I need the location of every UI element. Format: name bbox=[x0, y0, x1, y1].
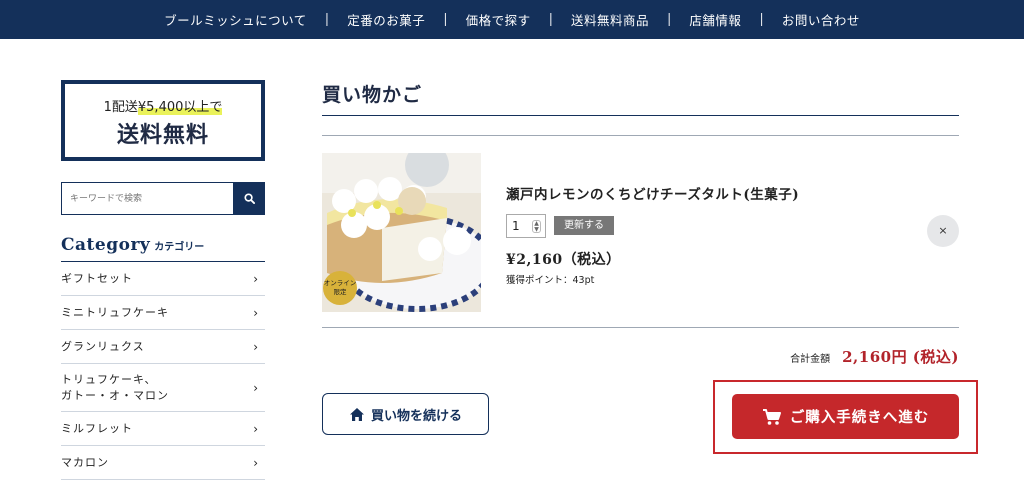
quantity-input[interactable]: 1 ▲ ▼ bbox=[506, 214, 546, 238]
earned-points: 獲得ポイント：43pt bbox=[506, 275, 595, 286]
nav-separator: | bbox=[443, 12, 448, 27]
banner-highlight: ¥5,400以上で bbox=[137, 100, 223, 115]
category-item-label: ミルフレット bbox=[61, 421, 133, 435]
nav-separator: | bbox=[324, 12, 330, 27]
banner-line1: 1配送¥5,400以上で bbox=[65, 96, 261, 115]
chevron-right-icon: › bbox=[253, 380, 259, 395]
remove-item-button[interactable]: × bbox=[927, 215, 959, 247]
free-shipping-banner[interactable]: 1配送¥5,400以上で 送料無料 bbox=[61, 80, 265, 161]
chevron-right-icon: › bbox=[253, 339, 259, 354]
category-item-mini-truffle-cake[interactable]: ミニトリュフケーキ › bbox=[61, 296, 265, 330]
banner-prefix: 1配送 bbox=[103, 100, 138, 115]
category-item-label: ミニトリュフケーキ bbox=[61, 305, 169, 319]
cart-total: 合計金額 2,160円 (税込) bbox=[790, 346, 959, 367]
category-item-macaron[interactable]: マカロン › bbox=[61, 446, 265, 480]
nav-free-shipping[interactable]: 送料無料商品 bbox=[553, 10, 667, 29]
nav-search-by-price[interactable]: 価格で探す bbox=[448, 10, 549, 29]
category-item-label: トリュフケーキ、 ガトー・オ・マロン bbox=[61, 373, 169, 402]
quantity-spinner-icon[interactable]: ▲ ▼ bbox=[532, 220, 541, 233]
update-button[interactable]: 更新する bbox=[554, 216, 614, 235]
home-icon bbox=[349, 407, 364, 421]
category-title-ja: カテゴリー bbox=[154, 242, 205, 253]
category-title-en: Category bbox=[61, 235, 151, 255]
badge-line1: オンライン bbox=[324, 279, 357, 287]
chevron-right-icon: › bbox=[253, 305, 259, 320]
shopping-cart-icon bbox=[762, 408, 781, 425]
nav-separator: | bbox=[667, 12, 672, 27]
nav-store-info[interactable]: 店舗情報 bbox=[671, 10, 759, 29]
product-price: ¥2,160（税込） bbox=[506, 252, 621, 268]
category-heading: Category カテゴリー bbox=[61, 235, 265, 262]
nav-standard-sweets[interactable]: 定番のお菓子 bbox=[329, 10, 443, 29]
checkout-button[interactable]: ご購入手続きへ進む bbox=[732, 394, 959, 439]
category-list: ギフトセット › ミニトリュフケーキ › グランリュクス › トリュフケーキ、 … bbox=[61, 262, 265, 480]
nav-contact[interactable]: お問い合わせ bbox=[764, 10, 878, 29]
continue-shopping-label: 買い物を続ける bbox=[370, 408, 462, 424]
category-item-grand-luxe[interactable]: グランリュクス › bbox=[61, 330, 265, 364]
cart-main: 買い物かご オンライン 限定 瀬戸内レモンのくちどけチーズタルト(生菓子) 1 … bbox=[322, 80, 959, 328]
product-image[interactable]: オンライン 限定 bbox=[322, 153, 481, 312]
product-name[interactable]: 瀬戸内レモンのくちどけチーズタルト(生菓子) bbox=[506, 183, 799, 203]
category-item-label: グランリュクス bbox=[61, 339, 145, 353]
search-icon bbox=[243, 193, 255, 204]
quantity-value: 1 bbox=[512, 219, 520, 233]
badge-line2: 限定 bbox=[334, 287, 348, 296]
category-item-label: マカロン bbox=[61, 455, 109, 469]
cart-item-row: オンライン 限定 瀬戸内レモンのくちどけチーズタルト(生菓子) 1 ▲ ▼ 更新す… bbox=[322, 136, 959, 328]
checkout-label: ご購入手続きへ進む bbox=[789, 410, 930, 426]
banner-free-shipping: 送料無料 bbox=[116, 123, 209, 148]
sidebar: 1配送¥5,400以上で 送料無料 Category カテゴリー ギフトセット … bbox=[61, 80, 265, 480]
chevron-right-icon: › bbox=[253, 455, 259, 470]
category-item-gift-set[interactable]: ギフトセット › bbox=[61, 262, 265, 296]
nav-separator: | bbox=[548, 12, 553, 27]
nav-separator: | bbox=[759, 12, 764, 27]
top-navigation: ブールミッシュについて | 定番のお菓子 | 価格で探す | 送料無料商品 | … bbox=[0, 0, 1024, 39]
chevron-right-icon: › bbox=[253, 421, 259, 436]
category-item-millefret[interactable]: ミルフレット › bbox=[61, 412, 265, 446]
page-title: 買い物かご bbox=[322, 80, 959, 116]
search-button[interactable] bbox=[233, 182, 265, 215]
search-box bbox=[61, 182, 265, 215]
total-value: 2,160円 (税込) bbox=[842, 348, 959, 366]
category-item-truffle-cake-marron[interactable]: トリュフケーキ、 ガトー・オ・マロン › bbox=[61, 364, 265, 412]
chevron-right-icon: › bbox=[253, 271, 259, 286]
continue-shopping-button[interactable]: 買い物を続ける bbox=[322, 393, 489, 435]
nav-about[interactable]: ブールミッシュについて bbox=[146, 10, 325, 29]
product-photo: オンライン 限定 bbox=[322, 153, 481, 312]
category-item-label: ギフトセット bbox=[61, 271, 133, 285]
search-input[interactable] bbox=[61, 182, 233, 215]
total-label: 合計金額 bbox=[790, 354, 831, 365]
